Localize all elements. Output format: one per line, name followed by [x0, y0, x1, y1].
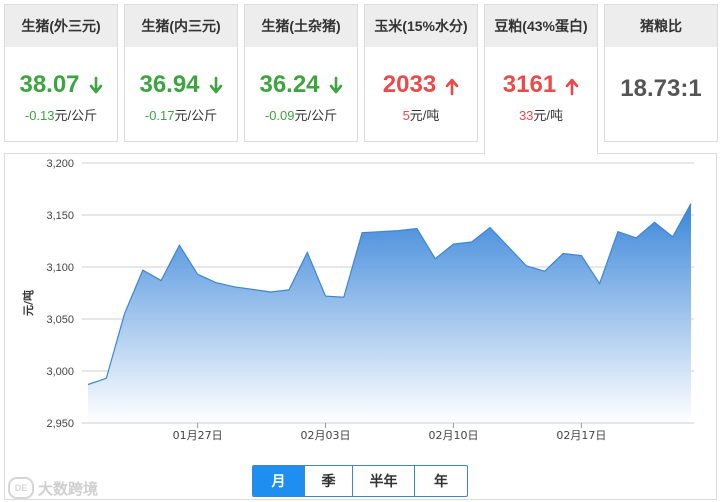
card-title: 猪粮比 — [605, 5, 717, 47]
y-tick-label: 3,000 — [46, 366, 74, 378]
data-point — [270, 291, 272, 293]
y-tick-label: 2,950 — [46, 418, 74, 430]
data-point — [160, 280, 162, 282]
period-halfyear-button[interactable]: 半年 — [353, 466, 415, 496]
data-point — [215, 282, 217, 284]
data-point — [672, 236, 674, 238]
card-unit: 元/吨 — [409, 108, 440, 123]
watermark-logo-icon: DE — [8, 477, 34, 499]
data-point — [690, 203, 692, 205]
card-unit: 元/吨 — [533, 108, 564, 123]
x-tick-label: 02月10日 — [428, 429, 478, 442]
data-point — [635, 237, 637, 239]
card-value: 38.07 — [19, 71, 80, 98]
data-point — [599, 283, 601, 285]
card-soymeal[interactable]: 豆粕(43%蛋白) 3161 33元/吨 — [484, 4, 598, 155]
arrow-up-icon — [445, 75, 459, 96]
y-tick-label: 3,200 — [46, 158, 74, 170]
y-axis-label: 元/吨 — [21, 290, 35, 316]
card-change: 33 — [518, 108, 534, 123]
card-value: 36.24 — [259, 71, 320, 98]
data-point — [617, 231, 619, 233]
data-point — [178, 244, 180, 246]
data-point — [87, 384, 89, 386]
y-tick-label: 3,150 — [46, 210, 74, 222]
arrow-down-icon — [209, 75, 223, 95]
period-selector: 月 季 半年 年 — [252, 465, 468, 497]
data-point — [105, 377, 107, 379]
card-change: -0.13 — [24, 108, 55, 123]
card-pig-internal[interactable]: 生猪(内三元) 36.94 -0.17元/公斤 — [124, 4, 238, 142]
data-point — [124, 313, 126, 315]
data-point — [325, 295, 327, 297]
x-tick-label: 02月03日 — [301, 429, 351, 442]
card-pig-grain-ratio[interactable]: 猪粮比 18.73:1 — [604, 4, 718, 142]
data-point — [434, 258, 436, 260]
data-point — [288, 289, 290, 291]
card-pig-external[interactable]: 生猪(外三元) 38.07 -0.13元/公斤 — [4, 4, 118, 142]
data-point — [471, 241, 473, 243]
card-title: 生猪(外三元) — [5, 5, 117, 47]
watermark-text: 大数跨境 — [38, 480, 99, 498]
period-month-button[interactable]: 月 — [253, 466, 305, 496]
card-unit: 元/公斤 — [174, 108, 218, 123]
data-point — [489, 227, 491, 229]
card-change: -0.17 — [144, 108, 175, 123]
watermark: DE 大数跨境 — [8, 477, 98, 499]
card-change: -0.09 — [264, 108, 295, 123]
period-quarter-button[interactable]: 季 — [305, 466, 353, 496]
card-title: 生猪(内三元) — [125, 5, 237, 47]
data-point — [197, 273, 199, 275]
arrow-up-icon — [565, 75, 579, 96]
price-cards: 生猪(外三元) 38.07 -0.13元/公斤 生猪(内三元) 36.94 -0… — [4, 4, 719, 155]
x-tick-label: 02月17日 — [556, 429, 606, 442]
data-point — [544, 270, 546, 272]
data-point — [361, 232, 363, 234]
card-value: 3161 — [502, 71, 557, 98]
data-point — [654, 221, 656, 223]
card-change: 5 — [402, 108, 410, 123]
data-point — [343, 296, 345, 298]
data-point — [526, 265, 528, 267]
card-value: 36.94 — [139, 71, 200, 98]
data-point — [142, 269, 144, 271]
card-pig-native[interactable]: 生猪(土杂猪) 36.24 -0.09元/公斤 — [244, 4, 358, 142]
data-point — [580, 255, 582, 257]
card-corn[interactable]: 玉米(15%水分) 2033 5元/吨 — [364, 4, 478, 142]
arrow-down-icon — [89, 75, 103, 95]
card-value: 2033 — [382, 71, 437, 98]
data-point — [453, 243, 455, 245]
data-point — [233, 286, 235, 288]
card-value: 18.73:1 — [620, 75, 702, 102]
y-tick-label: 3,050 — [46, 314, 74, 326]
card-title: 玉米(15%水分) — [365, 5, 477, 47]
arrow-down-icon — [329, 75, 343, 95]
period-year-button[interactable]: 年 — [415, 466, 467, 496]
card-title: 豆粕(43%蛋白) — [485, 5, 597, 47]
card-unit: 元/公斤 — [54, 108, 98, 123]
x-tick-label: 01月27日 — [173, 429, 223, 442]
card-unit: 元/公斤 — [294, 108, 338, 123]
area-fill — [88, 203, 691, 423]
y-tick-label: 3,100 — [46, 262, 74, 274]
data-point — [306, 251, 308, 253]
card-title: 生猪(土杂猪) — [245, 5, 357, 47]
data-point — [398, 230, 400, 232]
data-point — [562, 253, 564, 255]
data-point — [416, 228, 418, 230]
price-chart: 2,950 3,000 3,050 3,100 3,150 3,200 元/吨 01月27日 0… — [21, 158, 694, 442]
